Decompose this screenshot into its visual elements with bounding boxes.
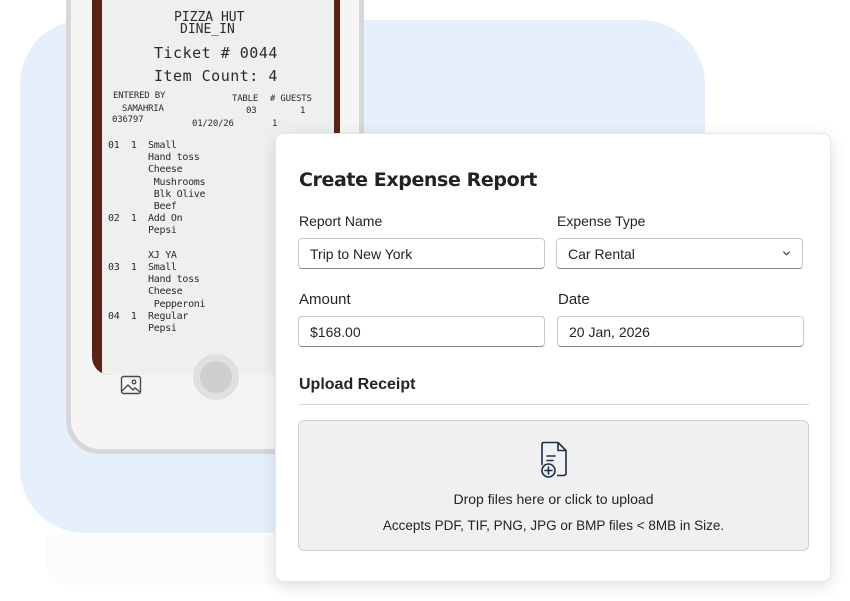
dropzone-accepted-types: Accepts PDF, TIF, PNG, JPG or BMP files …	[382, 518, 725, 533]
receipt-line: Cheese	[108, 164, 183, 176]
receipt-line: Beef	[108, 201, 177, 212]
section-divider	[299, 404, 809, 405]
receipt-line: 04 1 Regular	[108, 310, 189, 322]
receipt-table-label: TABLE	[232, 94, 259, 104]
receipt-server-id: 036797	[112, 115, 144, 125]
upload-dropzone[interactable]: Drop files here or click to upload Accep…	[298, 420, 809, 551]
expense-type-select[interactable]: Car Rental	[556, 238, 803, 269]
expense-type-value: Car Rental	[568, 245, 635, 262]
upload-receipt-heading: Upload Receipt	[299, 376, 416, 393]
report-name-label: Report Name	[299, 213, 383, 229]
date-value: 20 Jan, 2026	[569, 323, 650, 340]
receipt-line: XJ YA	[108, 249, 177, 261]
receipt-server: SAMAHRIA	[122, 104, 164, 114]
receipt-line: Blk Olive	[108, 188, 206, 200]
amount-field[interactable]: $168.00	[298, 316, 545, 347]
receipt-date: 01/20/26	[192, 119, 234, 129]
receipt-line: Pepsi	[108, 323, 177, 334]
report-name-field[interactable]: Trip to New York	[298, 238, 545, 269]
dropzone-instructions: Drop files here or click to upload	[453, 491, 654, 507]
receipt-line: Hand toss	[108, 274, 200, 286]
receipt-line: 02 1 Add On	[108, 213, 183, 225]
receipt-ticket: Ticket # 0044	[154, 44, 278, 62]
receipt-mode: DINE_IN	[180, 22, 235, 37]
amount-label: Amount	[299, 291, 351, 308]
date-field[interactable]: 20 Jan, 2026	[557, 316, 804, 347]
date-label: Date	[558, 291, 590, 308]
receipt-line: Hand toss	[108, 152, 200, 164]
receipt-line: 01 1 Small	[108, 140, 177, 151]
receipt-entered-by-label: ENTERED BY	[113, 91, 166, 101]
amount-value: $168.00	[310, 323, 361, 340]
home-button-inner	[200, 361, 232, 393]
home-button[interactable]	[193, 354, 239, 400]
receipt-guests: 1	[300, 106, 306, 116]
expense-type-label: Expense Type	[557, 213, 646, 229]
receipt-line: Pepsi	[108, 225, 177, 237]
report-name-value: Trip to New York	[310, 245, 413, 262]
dialog-title: Create Expense Report	[299, 169, 537, 191]
receipt-line: Mushrooms	[108, 176, 206, 188]
receipt-item-count: Item Count: 4	[154, 67, 278, 85]
chevron-down-icon	[782, 251, 791, 256]
receipt-line: Pepperoni	[108, 298, 206, 310]
receipt-extra: 1	[272, 119, 278, 129]
receipt-line: 03 1 Small	[108, 262, 177, 273]
image-icon[interactable]	[119, 373, 143, 397]
expense-report-dialog: Create Expense Report Report Name Trip t…	[275, 133, 831, 582]
receipt-line: Cheese	[108, 286, 183, 298]
receipt-guests-label: # GUESTS	[270, 94, 312, 104]
file-add-icon	[541, 441, 567, 478]
receipt-table: 03	[246, 106, 257, 116]
